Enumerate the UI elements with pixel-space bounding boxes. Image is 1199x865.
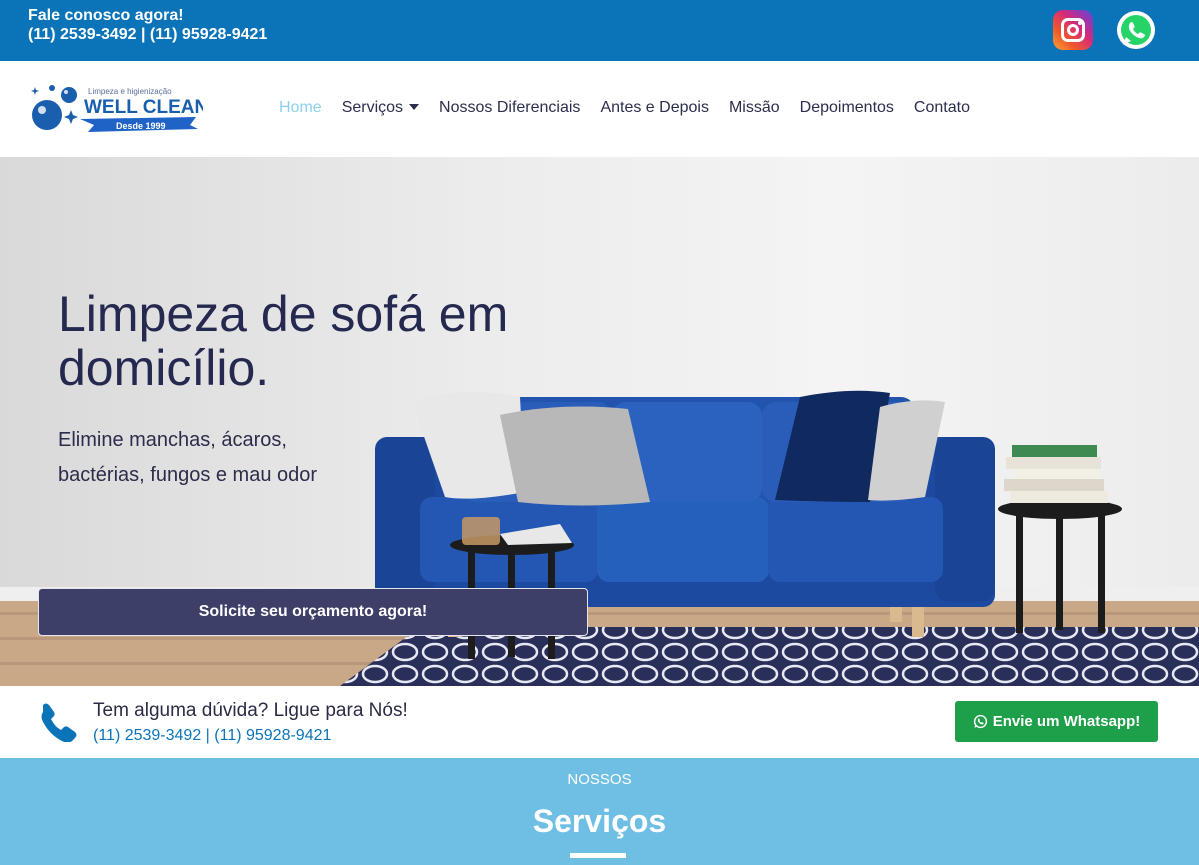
services-section: NOSSOS Serviços: [0, 758, 1199, 865]
title-divider: [570, 853, 626, 858]
contact-phones[interactable]: (11) 2539-3492 | (11) 95928-9421: [28, 26, 267, 44]
nav-item-antes-depois[interactable]: Antes e Depois: [600, 99, 709, 117]
nav-item-servicos[interactable]: Serviços: [341, 99, 420, 117]
nav-item-label: Serviços: [341, 99, 404, 116]
request-quote-button[interactable]: Solicite seu orçamento agora!: [38, 588, 588, 636]
nav-item-diferenciais[interactable]: Nossos Diferenciais: [439, 99, 580, 117]
caret-down-icon: [409, 104, 420, 110]
send-whatsapp-button[interactable]: Envie um Whatsapp!: [955, 701, 1158, 742]
whatsapp-icon[interactable]: [1115, 9, 1157, 51]
main-nav: Home Serviços Nossos Diferenciais Antes …: [279, 99, 990, 117]
logo-tagline: Limpeza e higienização: [88, 87, 172, 96]
nav-item-home[interactable]: Home: [279, 99, 322, 117]
call-strip: Tem alguma dúvida? Ligue para Nós! (11) …: [0, 686, 1199, 758]
instagram-icon[interactable]: [1053, 10, 1093, 50]
call-title: Tem alguma dúvida? Ligue para Nós!: [93, 700, 408, 721]
services-title: Serviços: [532, 803, 667, 839]
whatsapp-icon: [973, 714, 987, 729]
top-bar: Fale conosco agora! (11) 2539-3492 | (11…: [0, 0, 1199, 61]
hero-title: Limpeza de sofá em domicílio.: [58, 286, 509, 396]
logo-brand: WELL CLEAN: [84, 97, 203, 118]
nav-item-contato[interactable]: Contato: [914, 99, 970, 117]
hero-subtitle: Elimine manchas, ácaros, bactérias, fung…: [58, 429, 318, 486]
contact-title: Fale conosco agora!: [28, 7, 184, 24]
logo-since: Desde 1999: [116, 121, 166, 131]
phone-icon: [41, 703, 77, 742]
hero-section: Limpeza de sofá em domicílio. Elimine ma…: [0, 157, 1199, 686]
well-clean-logo[interactable]: Limpeza e higienização WELL CLEAN Desde …: [28, 79, 203, 137]
services-eyebrow: NOSSOS: [567, 771, 632, 788]
call-phones[interactable]: (11) 2539-3492 | (11) 95928-9421: [93, 727, 331, 745]
nav-item-missao[interactable]: Missão: [729, 99, 780, 117]
nav-item-depoimentos[interactable]: Depoimentos: [800, 99, 894, 117]
site-header: Limpeza e higienização WELL CLEAN Desde …: [0, 61, 1199, 157]
send-whatsapp-label: Envie um Whatsapp!: [992, 713, 1141, 730]
